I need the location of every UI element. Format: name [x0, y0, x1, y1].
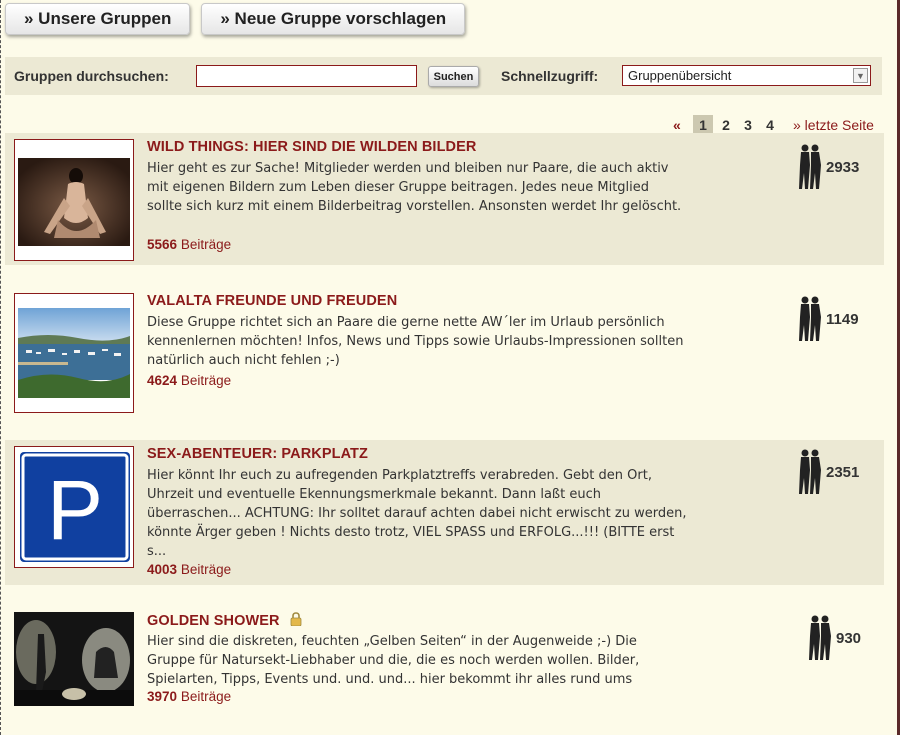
member-count: 2351	[797, 448, 859, 496]
page-link-3[interactable]: 3	[738, 115, 758, 135]
couple-silhouette-icon	[799, 296, 821, 341]
couple-silhouette-icon	[799, 449, 821, 494]
post-count-value: 5566	[147, 237, 178, 252]
post-count-label: Beiträge	[180, 237, 232, 252]
member-count-value: 2933	[826, 158, 860, 176]
search-input[interactable]	[196, 65, 417, 87]
quick-access-value: Gruppenübersicht	[628, 68, 732, 83]
page-link-4[interactable]: 4	[760, 115, 780, 135]
post-count-label: Beiträge	[180, 689, 232, 704]
prev-page-link[interactable]: «	[673, 115, 681, 135]
quick-access-label: Schnellzugriff:	[501, 68, 599, 84]
couple-silhouette-icon	[809, 615, 831, 660]
group-thumbnail[interactable]	[14, 293, 134, 413]
group-thumbnail[interactable]: P	[14, 446, 134, 568]
couple-silhouette-icon	[799, 144, 821, 189]
group-thumbnail[interactable]	[14, 612, 134, 706]
post-count-value: 4624	[147, 373, 178, 388]
group-item: VALALTA FREUNDE UND FREUDEN Diese Gruppe…	[5, 287, 884, 417]
suggest-group-button[interactable]: » Neue Gruppe vorschlagen	[201, 3, 466, 35]
last-page-link[interactable]: » letzte Seite	[793, 115, 874, 135]
page-link-2[interactable]: 2	[716, 115, 736, 135]
group-description: Hier sind die diskreten, feuchten „Gelbe…	[147, 634, 640, 687]
photo-thumbnail-icon	[14, 612, 134, 706]
quick-access-select[interactable]: Gruppenübersicht ▼	[622, 65, 871, 86]
group-item: P SEX-ABENTEUER: PARKPLATZ Hier könnt Ih…	[5, 440, 884, 585]
member-count: 1149	[797, 295, 859, 343]
group-title[interactable]: VALALTA FREUNDE UND FREUDEN	[147, 293, 397, 309]
group-description: Hier geht es zur Sache! Mitglieder werde…	[147, 161, 682, 214]
post-count-value: 4003	[147, 562, 178, 577]
photo-thumbnail-icon	[18, 158, 130, 246]
chevron-down-icon[interactable]: ▼	[853, 68, 868, 83]
group-post-count[interactable]: 5566 Beiträge	[147, 237, 231, 252]
member-count: 2933	[797, 143, 859, 191]
group-title[interactable]: WILD THINGS: HIER SIND DIE WILDEN BILDER	[147, 139, 476, 155]
group-post-count[interactable]: 4003 Beiträge	[147, 562, 231, 577]
group-title-text: GOLDEN SHOWER	[147, 613, 280, 629]
post-count-label: Beiträge	[180, 373, 232, 388]
parking-sign-icon: P	[17, 449, 133, 565]
top-navigation: » Unsere Gruppen » Neue Gruppe vorschlag…	[5, 3, 466, 35]
search-button[interactable]: Suchen	[428, 66, 479, 87]
member-count-value: 930	[836, 629, 862, 647]
member-count-value: 2351	[826, 463, 860, 481]
post-count-label: Beiträge	[180, 562, 232, 577]
member-count: 930	[807, 614, 861, 662]
our-groups-button[interactable]: » Unsere Gruppen	[5, 3, 191, 35]
post-count-value: 3970	[147, 689, 178, 704]
lock-icon	[290, 612, 302, 627]
group-title[interactable]: GOLDEN SHOWER	[147, 612, 302, 629]
group-description: Diese Gruppe richtet sich an Paare die g…	[147, 315, 684, 368]
member-count-value: 1149	[826, 310, 859, 328]
group-description: Hier könnt Ihr euch zu aufregenden Parkp…	[147, 468, 687, 559]
group-thumbnail[interactable]	[14, 139, 134, 261]
group-title[interactable]: SEX-ABENTEUER: PARKPLATZ	[147, 446, 368, 462]
group-item: WILD THINGS: HIER SIND DIE WILDEN BILDER…	[5, 133, 884, 265]
search-bar: Gruppen durchsuchen: Suchen Schnellzugri…	[5, 57, 882, 95]
group-item: GOLDEN SHOWER Hier sind die diskreten, f…	[5, 606, 884, 726]
page-link-1[interactable]: 1	[693, 115, 713, 135]
parking-letter: P	[47, 463, 103, 557]
group-post-count[interactable]: 3970 Beiträge	[147, 689, 231, 704]
search-label: Gruppen durchsuchen:	[14, 68, 169, 84]
group-post-count[interactable]: 4624 Beiträge	[147, 373, 231, 388]
photo-thumbnail-icon	[18, 308, 130, 398]
left-dashed-border	[0, 0, 1, 735]
